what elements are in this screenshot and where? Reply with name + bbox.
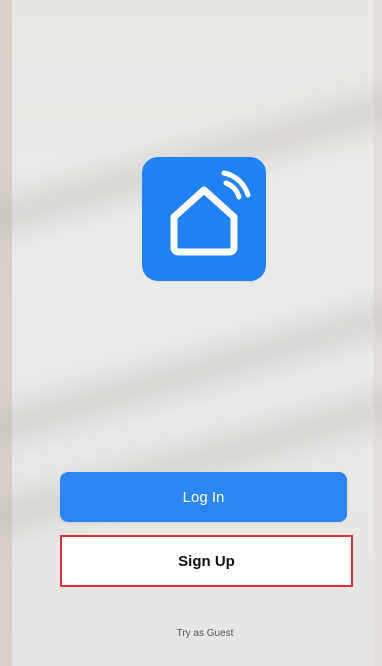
login-button[interactable]: Log In <box>60 472 347 522</box>
signup-button[interactable]: Sign Up <box>60 535 353 587</box>
login-screen: Log In Sign Up Try as Guest <box>0 0 382 666</box>
left-frame <box>0 0 12 666</box>
try-as-guest-link[interactable]: Try as Guest <box>60 628 350 639</box>
smart-home-house-wifi-icon <box>170 170 251 256</box>
app-logo <box>142 157 266 281</box>
